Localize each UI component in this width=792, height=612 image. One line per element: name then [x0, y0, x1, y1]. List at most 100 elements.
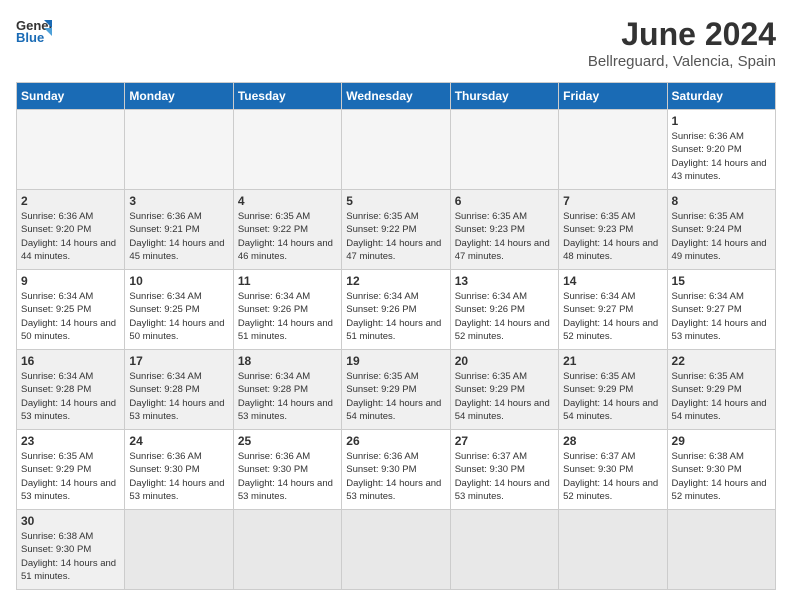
day-number: 16 [21, 354, 120, 368]
calendar-cell [342, 510, 450, 590]
day-number: 5 [346, 194, 445, 208]
day-number: 14 [563, 274, 662, 288]
calendar-cell [667, 510, 775, 590]
calendar-cell [559, 110, 667, 190]
day-number: 11 [238, 274, 337, 288]
day-info: Sunrise: 6:34 AMSunset: 9:28 PMDaylight:… [21, 370, 120, 423]
day-info: Sunrise: 6:35 AMSunset: 9:29 PMDaylight:… [21, 450, 120, 503]
header-row: SundayMondayTuesdayWednesdayThursdayFrid… [17, 83, 776, 110]
calendar-cell [233, 110, 341, 190]
calendar-cell: 22 Sunrise: 6:35 AMSunset: 9:29 PMDayligh… [667, 350, 775, 430]
calendar-cell: 5 Sunrise: 6:35 AMSunset: 9:22 PMDaylight… [342, 190, 450, 270]
day-info: Sunrise: 6:36 AMSunset: 9:20 PMDaylight:… [21, 210, 120, 263]
day-number: 21 [563, 354, 662, 368]
day-number: 30 [21, 514, 120, 528]
day-info: Sunrise: 6:34 AMSunset: 9:25 PMDaylight:… [129, 290, 228, 343]
day-number: 6 [455, 194, 554, 208]
day-info: Sunrise: 6:34 AMSunset: 9:26 PMDaylight:… [455, 290, 554, 343]
day-number: 20 [455, 354, 554, 368]
day-number: 8 [672, 194, 771, 208]
day-info: Sunrise: 6:36 AMSunset: 9:30 PMDaylight:… [238, 450, 337, 503]
calendar-cell: 21Sunrise: 6:35 AMSunset: 9:29 PMDayligh… [559, 350, 667, 430]
day-number: 15 [672, 274, 771, 288]
day-number: 24 [129, 434, 228, 448]
calendar-cell: 11 Sunrise: 6:34 AMSunset: 9:26 PMDayligh… [233, 270, 341, 350]
day-info: Sunrise: 6:35 AMSunset: 9:22 PMDaylight:… [238, 210, 337, 263]
day-number: 26 [346, 434, 445, 448]
calendar-cell: 17Sunrise: 6:34 AMSunset: 9:28 PMDayligh… [125, 350, 233, 430]
day-number: 29 [672, 434, 771, 448]
calendar-cell: 16 Sunrise: 6:34 AMSunset: 9:28 PMDayligh… [17, 350, 125, 430]
calendar-cell: 25 Sunrise: 6:36 AMSunset: 9:30 PMDayligh… [233, 430, 341, 510]
day-info: Sunrise: 6:37 AMSunset: 9:30 PMDaylight:… [563, 450, 662, 503]
day-info: Sunrise: 6:35 AMSunset: 9:23 PMDaylight:… [563, 210, 662, 263]
day-number: 12 [346, 274, 445, 288]
calendar-cell: 26 Sunrise: 6:36 AMSunset: 9:30 PMDayligh… [342, 430, 450, 510]
month-year-title: June 2024 [588, 16, 776, 53]
day-number: 28 [563, 434, 662, 448]
calendar-week-row: 30 Sunrise: 6:38 AMSunset: 9:30 PMDayligh… [17, 510, 776, 590]
day-info: Sunrise: 6:35 AMSunset: 9:29 PMDaylight:… [672, 370, 771, 423]
calendar-cell: 7 Sunrise: 6:35 AMSunset: 9:23 PMDaylight… [559, 190, 667, 270]
day-info: Sunrise: 6:35 AMSunset: 9:22 PMDaylight:… [346, 210, 445, 263]
day-number: 2 [21, 194, 120, 208]
calendar-cell: 6 Sunrise: 6:35 AMSunset: 9:23 PMDaylight… [450, 190, 558, 270]
day-number: 7 [563, 194, 662, 208]
calendar-cell: 30 Sunrise: 6:38 AMSunset: 9:30 PMDayligh… [17, 510, 125, 590]
logo-icon: General Blue [16, 16, 52, 44]
day-number: 1 [672, 114, 771, 128]
day-number: 13 [455, 274, 554, 288]
calendar-cell: 13 Sunrise: 6:34 AMSunset: 9:26 PMDayligh… [450, 270, 558, 350]
calendar-cell: 8 Sunrise: 6:35 AMSunset: 9:24 PMDaylight… [667, 190, 775, 270]
day-number: 10 [129, 274, 228, 288]
calendar-cell: 19 Sunrise: 6:35 AMSunset: 9:29 PMDayligh… [342, 350, 450, 430]
day-info: Sunrise: 6:34 AMSunset: 9:28 PMDaylight:… [238, 370, 337, 423]
col-header-monday: Monday [125, 83, 233, 110]
day-info: Sunrise: 6:34 AMSunset: 9:26 PMDaylight:… [238, 290, 337, 343]
calendar-cell: 4Sunrise: 6:35 AMSunset: 9:22 PMDaylight… [233, 190, 341, 270]
calendar-cell [125, 510, 233, 590]
day-number: 22 [672, 354, 771, 368]
day-info: Sunrise: 6:36 AMSunset: 9:20 PMDaylight:… [672, 130, 771, 183]
day-info: Sunrise: 6:34 AMSunset: 9:27 PMDaylight:… [672, 290, 771, 343]
day-number: 3 [129, 194, 228, 208]
col-header-tuesday: Tuesday [233, 83, 341, 110]
col-header-friday: Friday [559, 83, 667, 110]
calendar-cell [17, 110, 125, 190]
day-info: Sunrise: 6:36 AMSunset: 9:21 PMDaylight:… [129, 210, 228, 263]
logo: General Blue [16, 16, 52, 44]
calendar-cell: 28 Sunrise: 6:37 AMSunset: 9:30 PMDayligh… [559, 430, 667, 510]
svg-text:Blue: Blue [16, 30, 44, 44]
calendar-cell: 24 Sunrise: 6:36 AMSunset: 9:30 PMDayligh… [125, 430, 233, 510]
calendar-cell [233, 510, 341, 590]
calendar-cell: 9Sunrise: 6:34 AMSunset: 9:25 PMDaylight… [17, 270, 125, 350]
calendar-week-row: 9Sunrise: 6:34 AMSunset: 9:25 PMDaylight… [17, 270, 776, 350]
day-info: Sunrise: 6:37 AMSunset: 9:30 PMDaylight:… [455, 450, 554, 503]
calendar-cell: 18Sunrise: 6:34 AMSunset: 9:28 PMDayligh… [233, 350, 341, 430]
day-info: Sunrise: 6:34 AMSunset: 9:28 PMDaylight:… [129, 370, 228, 423]
day-info: Sunrise: 6:35 AMSunset: 9:23 PMDaylight:… [455, 210, 554, 263]
day-info: Sunrise: 6:38 AMSunset: 9:30 PMDaylight:… [672, 450, 771, 503]
day-number: 23 [21, 434, 120, 448]
day-info: Sunrise: 6:35 AMSunset: 9:24 PMDaylight:… [672, 210, 771, 263]
location-subtitle: Bellreguard, Valencia, Spain [588, 53, 776, 70]
calendar-cell: 15 Sunrise: 6:34 AMSunset: 9:27 PMDayligh… [667, 270, 775, 350]
calendar-cell: 29 Sunrise: 6:38 AMSunset: 9:30 PMDayligh… [667, 430, 775, 510]
title-area: June 2024 Bellreguard, Valencia, Spain [588, 16, 776, 70]
calendar-cell [125, 110, 233, 190]
day-info: Sunrise: 6:35 AMSunset: 9:29 PMDaylight:… [455, 370, 554, 423]
day-info: Sunrise: 6:36 AMSunset: 9:30 PMDaylight:… [346, 450, 445, 503]
day-info: Sunrise: 6:35 AMSunset: 9:29 PMDaylight:… [346, 370, 445, 423]
calendar-cell: 27Sunrise: 6:37 AMSunset: 9:30 PMDayligh… [450, 430, 558, 510]
day-info: Sunrise: 6:38 AMSunset: 9:30 PMDaylight:… [21, 530, 120, 583]
calendar-table: SundayMondayTuesdayWednesdayThursdayFrid… [16, 82, 776, 590]
calendar-week-row: 23 Sunrise: 6:35 AMSunset: 9:29 PMDayligh… [17, 430, 776, 510]
col-header-sunday: Sunday [17, 83, 125, 110]
col-header-saturday: Saturday [667, 83, 775, 110]
day-number: 25 [238, 434, 337, 448]
day-number: 19 [346, 354, 445, 368]
col-header-wednesday: Wednesday [342, 83, 450, 110]
page-header: General Blue June 2024 Bellreguard, Vale… [16, 16, 776, 70]
calendar-cell [342, 110, 450, 190]
day-info: Sunrise: 6:36 AMSunset: 9:30 PMDaylight:… [129, 450, 228, 503]
